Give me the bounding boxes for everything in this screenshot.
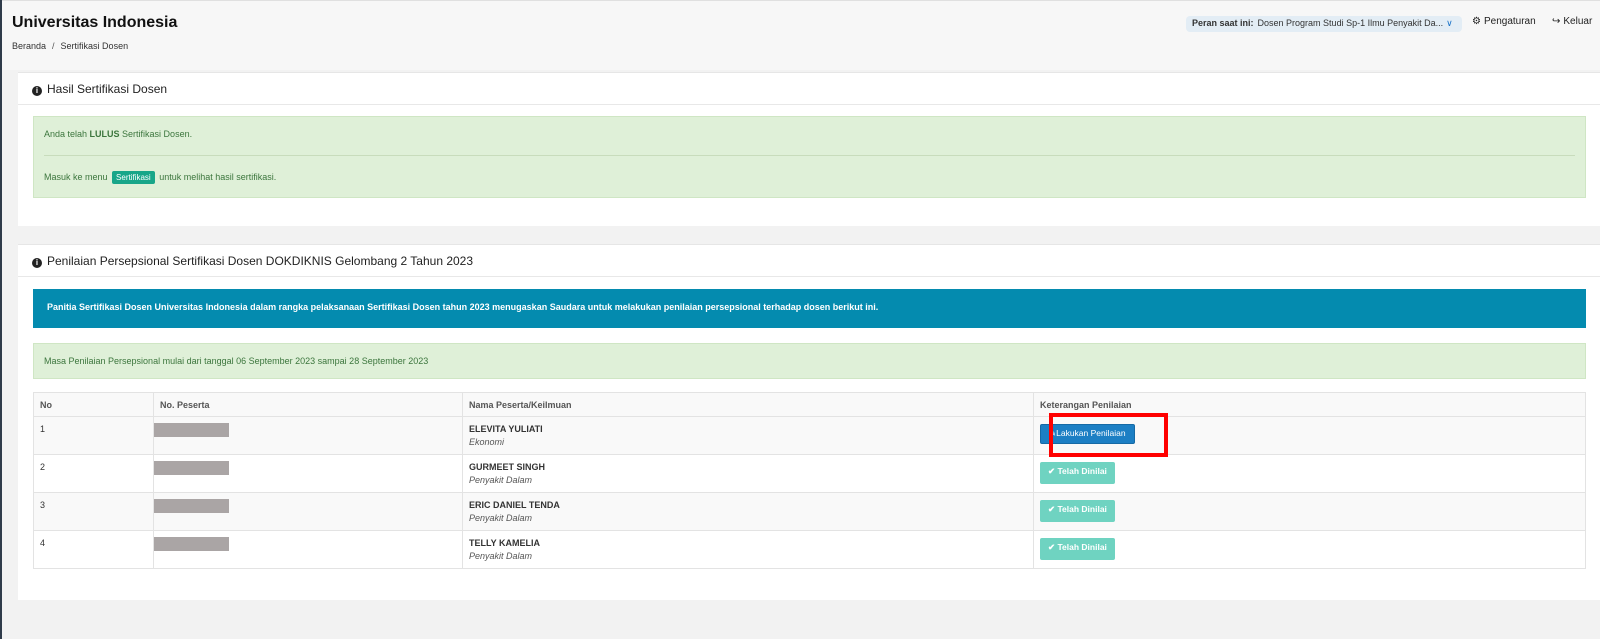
peserta-keilmuan: Ekonomi: [469, 437, 505, 447]
lakukan-penilaian-button[interactable]: ✎Lakukan Penilaian: [1040, 424, 1135, 444]
row-no-peserta: [153, 492, 463, 531]
button-label: Telah Dinilai: [1057, 466, 1107, 476]
lulus-text-pre: Anda telah: [44, 129, 90, 139]
logout-label: Keluar: [1563, 16, 1593, 27]
row-nama: GURMEET SINGH Penyakit Dalam: [462, 454, 1034, 493]
table-row: 3 ERIC DANIEL TENDA Penyakit Dalam ✔ Tel…: [33, 492, 1586, 531]
row-nama: TELLY KAMELIA Penyakit Dalam: [462, 530, 1034, 569]
lulus-text-post: Sertifikasi Dosen.: [119, 129, 193, 139]
row-no: 2: [33, 454, 154, 493]
panel-header: i Penilaian Persepsional Sertifikasi Dose…: [18, 245, 1600, 277]
breadcrumb-home[interactable]: Beranda: [12, 41, 46, 51]
panel-title: Penilaian Persepsional Sertifikasi Dosen…: [47, 254, 474, 268]
row-no-peserta: [153, 416, 463, 455]
peserta-keilmuan: Penyakit Dalam: [469, 551, 533, 561]
peserta-table: No No. Peserta Nama Peserta/Keilmuan Ket…: [33, 392, 1586, 569]
peserta-name: ELEVITA YULIATI: [469, 424, 543, 434]
col-keterangan: Keterangan Penilaian: [1033, 392, 1586, 417]
role-selector[interactable]: Peran saat ini: Dosen Program Studi Sp-1 …: [1186, 16, 1462, 32]
redacted-block: [154, 461, 229, 475]
peserta-name: GURMEET SINGH: [469, 462, 546, 472]
table-row: 1 ELEVITA YULIATI Ekonomi ✎Lakukan Penil…: [33, 416, 1586, 455]
peserta-name: TELLY KAMELIA: [469, 538, 541, 548]
row-no: 4: [33, 530, 154, 569]
redacted-block: [154, 537, 229, 551]
button-label: Telah Dinilai: [1057, 504, 1107, 514]
role-value: Dosen Program Studi Sp-1 Ilmu Penyakit D…: [1257, 18, 1444, 28]
row-nama: ERIC DANIEL TENDA Penyakit Dalam: [462, 492, 1034, 531]
sertifikasi-badge: Sertifikasi: [112, 171, 155, 184]
lulus-message: Anda telah LULUS Sertifikasi Dosen.: [44, 129, 192, 139]
table-row: 4 TELLY KAMELIA Penyakit Dalam ✔ Telah D…: [33, 530, 1586, 569]
redacted-block: [154, 499, 229, 513]
row-no: 1: [33, 416, 154, 455]
lulus-status: LULUS: [89, 129, 120, 139]
page-footer-space: [18, 600, 1600, 639]
assignment-info-alert: Panitia Sertifikasi Dosen Universitas In…: [33, 289, 1586, 328]
button-label: Telah Dinilai: [1057, 542, 1107, 552]
peserta-name: ERIC DANIEL TENDA: [469, 500, 560, 510]
left-edge-bar: [0, 0, 2, 639]
row-keterangan: ✔ Telah Dinilai: [1033, 530, 1586, 569]
col-no-peserta: No. Peserta: [153, 392, 463, 417]
lulus-alert: Anda telah LULUS Sertifikasi Dosen. Masu…: [33, 116, 1586, 198]
button-label: Lakukan Penilaian: [1056, 428, 1126, 438]
settings-link[interactable]: ⚙ Pengaturan: [1472, 16, 1536, 27]
row-no-peserta: [153, 454, 463, 493]
telah-dinilai-button: ✔ Telah Dinilai: [1040, 538, 1115, 560]
table-row: 2 GURMEET SINGH Penyakit Dalam ✔ Telah D…: [33, 454, 1586, 493]
alert-divider: [44, 155, 1575, 156]
hasil-sertifikasi-panel: i Hasil Sertifikasi Dosen Anda telah LULU…: [18, 72, 1600, 226]
breadcrumb-separator: /: [52, 41, 55, 51]
panel-header: i Hasil Sertifikasi Dosen: [18, 73, 1600, 105]
row-keterangan: ✔ Telah Dinilai: [1033, 492, 1586, 531]
menu-hint: Masuk ke menu Sertifikasi untuk melihat …: [44, 171, 276, 184]
chevron-down-icon: ∨: [1446, 18, 1453, 28]
telah-dinilai-button: ✔ Telah Dinilai: [1040, 462, 1115, 484]
telah-dinilai-button: ✔ Telah Dinilai: [1040, 500, 1115, 522]
role-label: Peran saat ini:: [1192, 18, 1254, 28]
row-keterangan: ✎Lakukan Penilaian: [1033, 416, 1586, 455]
row-no: 3: [33, 492, 154, 531]
top-header: Universitas Indonesia Beranda / Sertifikas…: [2, 0, 1600, 70]
info-circle-icon: i: [32, 258, 42, 268]
penilaian-persepsional-panel: i Penilaian Persepsional Sertifikasi Dose…: [18, 244, 1600, 600]
row-keterangan: ✔ Telah Dinilai: [1033, 454, 1586, 493]
panel-title: Hasil Sertifikasi Dosen: [47, 82, 168, 96]
col-no: No: [33, 392, 154, 417]
breadcrumb-current: Sertifikasi Dosen: [60, 41, 129, 51]
breadcrumb: Beranda / Sertifikasi Dosen: [12, 41, 128, 51]
sign-out-icon: ↪: [1552, 16, 1561, 27]
col-nama: Nama Peserta/Keilmuan: [462, 392, 1034, 417]
row-nama: ELEVITA YULIATI Ekonomi: [462, 416, 1034, 455]
menu-hint-pre: Masuk ke menu: [44, 172, 111, 182]
masa-penilaian-alert: Masa Penilaian Persepsional mulai dari t…: [33, 343, 1586, 379]
gear-icon: ⚙: [1472, 16, 1481, 27]
app-title: Universitas Indonesia: [12, 14, 178, 31]
redacted-block: [154, 423, 229, 437]
peserta-keilmuan: Penyakit Dalam: [469, 475, 533, 485]
peserta-keilmuan: Penyakit Dalam: [469, 513, 533, 523]
row-no-peserta: [153, 530, 463, 569]
settings-label: Pengaturan: [1483, 16, 1536, 27]
menu-hint-post: untuk melihat hasil sertifikasi.: [156, 172, 277, 182]
logout-link[interactable]: ↪ Keluar: [1552, 16, 1592, 27]
table-header-row: No No. Peserta Nama Peserta/Keilmuan Ket…: [33, 392, 1586, 417]
info-circle-icon: i: [32, 86, 42, 96]
